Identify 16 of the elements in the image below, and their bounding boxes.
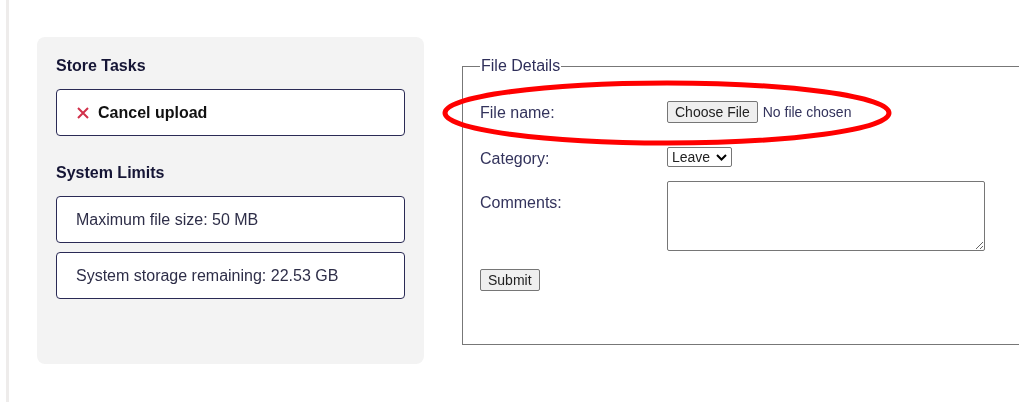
comments-field[interactable] xyxy=(667,181,985,251)
field-label: Category: xyxy=(480,149,551,169)
field-label: Comments: xyxy=(480,193,563,213)
category-select[interactable]: Leave xyxy=(667,147,733,167)
field-label: File name: xyxy=(480,103,556,123)
close-icon xyxy=(76,105,90,120)
choose-file-button[interactable]: Choose File xyxy=(667,101,758,123)
section-title: Store Tasks xyxy=(56,57,147,75)
limit-info: Maximum file size: 50 MB xyxy=(56,196,405,243)
limit-info: System storage remaining: 22.53 GB xyxy=(56,252,405,299)
fieldset-legend: File Details xyxy=(480,57,562,75)
cancel-upload-button[interactable]: Cancel upload xyxy=(56,89,405,136)
section-title: System Limits xyxy=(56,164,166,182)
submit-button[interactable]: Submit xyxy=(480,269,540,291)
file-status: No file chosen xyxy=(762,104,852,120)
chevron-down-icon xyxy=(716,153,728,161)
